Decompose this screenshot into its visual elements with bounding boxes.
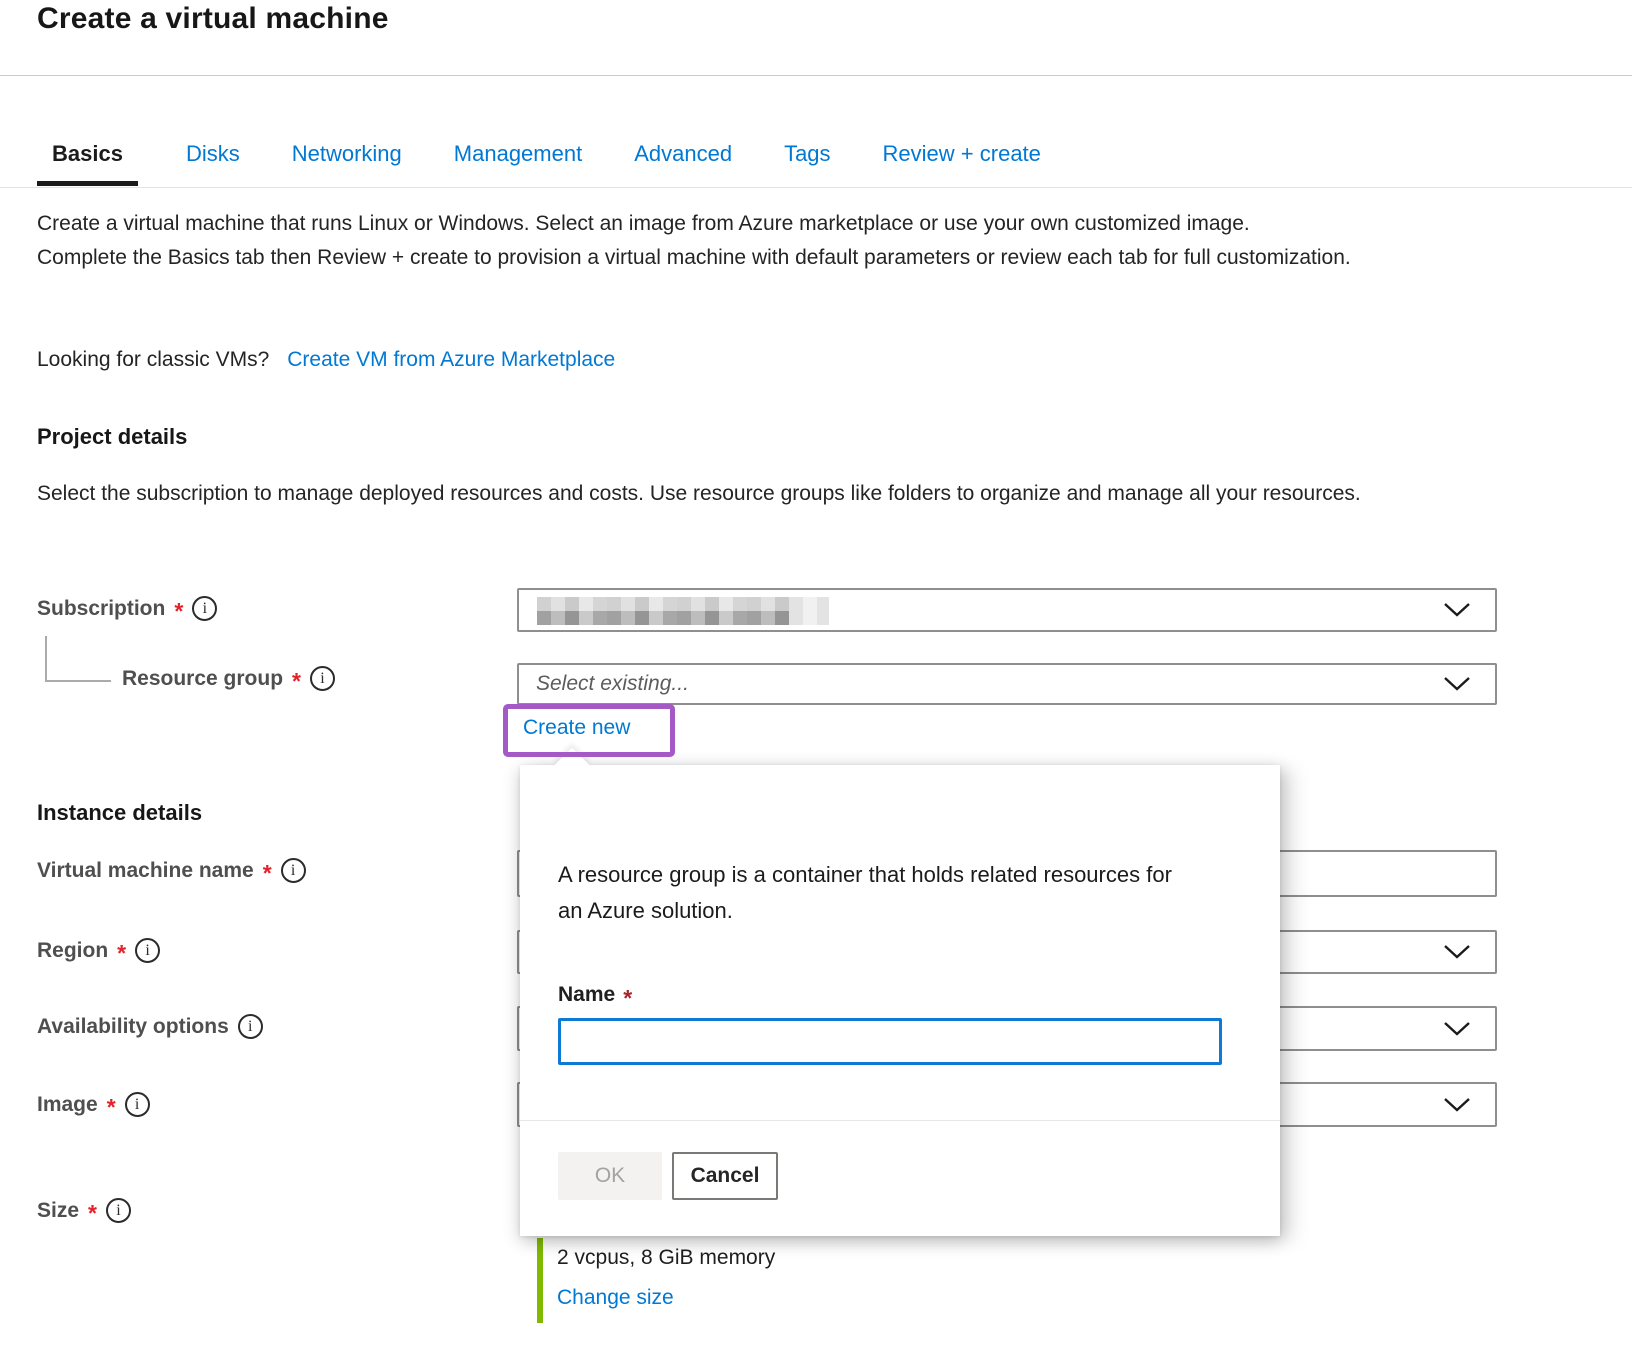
intro-paragraph-2: Complete the Basics tab then Review + cr… <box>37 241 1437 275</box>
subscription-value-redacted-tail <box>789 597 829 625</box>
intro-text: Create a virtual machine that runs Linux… <box>37 207 1437 275</box>
ok-button[interactable]: OK <box>558 1152 662 1200</box>
project-details-heading: Project details <box>37 424 187 450</box>
cancel-button[interactable]: Cancel <box>672 1152 778 1200</box>
chevron-down-icon <box>1443 602 1471 618</box>
info-icon[interactable]: i <box>106 1198 131 1223</box>
required-asterisk: * <box>174 600 183 623</box>
classic-vm-row: Looking for classic VMs? Create VM from A… <box>37 343 615 377</box>
vm-name-label: Virtual machine name <box>37 859 254 883</box>
project-details-description: Select the subscription to manage deploy… <box>37 477 1447 511</box>
tab-basics[interactable]: Basics <box>37 141 138 186</box>
info-icon[interactable]: i <box>281 858 306 883</box>
chevron-down-icon <box>1443 1021 1471 1037</box>
classic-vm-question: Looking for classic VMs? <box>37 348 269 371</box>
name-label: Name <box>558 983 615 1007</box>
required-asterisk: * <box>88 1202 97 1225</box>
tab-tags[interactable]: Tags <box>780 141 834 181</box>
region-label: Region <box>37 939 108 963</box>
change-size-link[interactable]: Change size <box>557 1286 674 1310</box>
tab-advanced[interactable]: Advanced <box>630 141 736 181</box>
subscription-dropdown[interactable] <box>517 588 1497 632</box>
availability-options-label: Availability options <box>37 1015 229 1039</box>
image-label-row: Image * i <box>37 1092 150 1117</box>
size-label-row: Size * i <box>37 1198 131 1223</box>
create-vm-marketplace-link[interactable]: Create VM from Azure Marketplace <box>287 348 615 371</box>
availability-label-row: Availability options i <box>37 1014 263 1039</box>
popover-description: A resource group is a container that hol… <box>558 857 1198 929</box>
resource-group-dropdown[interactable]: Select existing... <box>517 663 1497 705</box>
info-icon[interactable]: i <box>135 938 160 963</box>
tabs-underline <box>0 187 1632 188</box>
create-resource-group-popover: A resource group is a container that hol… <box>520 765 1280 1236</box>
required-asterisk: * <box>263 862 272 885</box>
tab-management[interactable]: Management <box>450 141 586 181</box>
popover-beak <box>554 748 591 785</box>
size-specs-text: 2 vcpus, 8 GiB memory <box>557 1246 775 1270</box>
header-divider <box>0 75 1632 76</box>
subscription-value-redacted <box>537 597 789 625</box>
popover-footer-divider <box>520 1120 1280 1121</box>
create-new-link[interactable]: Create new <box>523 716 630 740</box>
popover-name-label-row: Name * <box>558 983 632 1007</box>
tab-networking[interactable]: Networking <box>288 141 406 181</box>
resource-group-placeholder: Select existing... <box>536 672 689 696</box>
required-asterisk: * <box>117 942 126 965</box>
region-label-row: Region * i <box>37 938 160 963</box>
info-icon[interactable]: i <box>125 1092 150 1117</box>
image-label: Image <box>37 1093 98 1117</box>
subscription-label: Subscription <box>37 597 165 621</box>
resource-group-name-input[interactable] <box>558 1018 1222 1065</box>
instance-details-heading: Instance details <box>37 800 202 826</box>
required-asterisk: * <box>623 987 632 1010</box>
info-icon[interactable]: i <box>310 666 335 691</box>
chevron-down-icon <box>1443 1097 1471 1113</box>
required-asterisk: * <box>107 1096 116 1119</box>
resource-group-label: Resource group <box>122 667 283 691</box>
tab-disks[interactable]: Disks <box>182 141 244 181</box>
tab-review-create[interactable]: Review + create <box>879 141 1045 181</box>
vm-name-label-row: Virtual machine name * i <box>37 858 306 883</box>
subscription-label-row: Subscription * i <box>37 596 217 621</box>
subscription-resource-group-connector <box>45 636 111 682</box>
chevron-down-icon <box>1443 676 1471 692</box>
size-accent-bar <box>537 1238 543 1323</box>
required-asterisk: * <box>292 670 301 693</box>
resource-group-label-row: Resource group * i <box>122 666 335 691</box>
info-icon[interactable]: i <box>238 1014 263 1039</box>
create-vm-page: Create a virtual machine Basics Disks Ne… <box>0 0 1632 1368</box>
info-icon[interactable]: i <box>192 596 217 621</box>
chevron-down-icon <box>1443 944 1471 960</box>
size-label: Size <box>37 1199 79 1223</box>
intro-paragraph-1: Create a virtual machine that runs Linux… <box>37 207 1437 241</box>
page-title: Create a virtual machine <box>37 2 389 36</box>
tab-bar: Basics Disks Networking Management Advan… <box>37 141 1045 186</box>
